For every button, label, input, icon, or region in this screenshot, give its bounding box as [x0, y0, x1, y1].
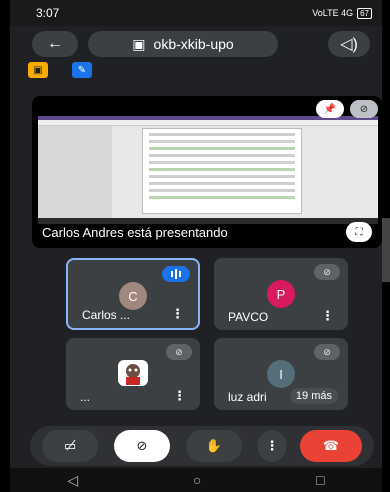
more-options-button[interactable]: ⋮: [258, 430, 286, 462]
more-options-icon[interactable]: ⋮: [171, 306, 184, 322]
hand-icon: ✋: [205, 438, 223, 453]
participant-tile-carlos[interactable]: C Carlos ... ⋮: [66, 258, 200, 330]
camera-toggle-button[interactable]: ▭̸: [42, 430, 98, 462]
arrow-left-icon: ←: [47, 35, 63, 52]
more-participants-badge[interactable]: 19 más: [289, 388, 338, 404]
participant-tile-pavco[interactable]: ⊘ P PAVCO ⋮: [214, 258, 348, 330]
shared-screen: [38, 116, 378, 224]
pen-indicator-icon: ✎: [72, 62, 92, 78]
participant-name: Carlos ...: [82, 308, 131, 322]
speaking-indicator-icon: [162, 266, 190, 282]
mic-off-icon: ⊘: [166, 344, 192, 360]
mic-toggle-button[interactable]: ⊘: [114, 430, 170, 462]
presentation-label: Carlos Andres está presentando: [42, 225, 228, 240]
presentation-tile[interactable]: 📌 ⊘ Carlos Andres está presentando ⛶: [32, 96, 382, 248]
mic-off-icon: ⊘: [314, 344, 340, 360]
mic-off-icon: ⊘: [136, 438, 148, 453]
avatar-image: [118, 360, 148, 386]
mic-off-icon: ⊘: [350, 100, 378, 118]
audio-output-button[interactable]: ◁): [328, 31, 370, 57]
more-icon: ⋮: [265, 438, 279, 453]
participant-tile-overflow[interactable]: ⊘ I luz adri 19 más: [214, 338, 348, 410]
more-options-icon[interactable]: ⋮: [173, 388, 186, 404]
raise-hand-button[interactable]: ✋: [186, 430, 242, 462]
back-button[interactable]: ←: [32, 31, 78, 57]
participant-name: ...: [80, 390, 91, 404]
participant-tile-third[interactable]: ⊘ ... ⋮: [66, 338, 200, 410]
speaker-icon: ◁): [340, 36, 358, 53]
meeting-info-button[interactable]: ▣ okb-xkib-upo: [88, 31, 278, 57]
more-options-icon[interactable]: ⋮: [321, 308, 334, 324]
avatar: C: [119, 282, 147, 310]
call-controls: ▭̸ ⊘ ✋ ⋮ ☎: [30, 426, 374, 466]
nav-home-icon[interactable]: ○: [193, 472, 201, 488]
fullscreen-icon[interactable]: ⛶: [346, 222, 372, 242]
hang-up-button[interactable]: ☎: [300, 430, 362, 462]
mic-off-icon: ⊘: [314, 264, 340, 280]
meeting-code: okb-xkib-upo: [153, 36, 234, 52]
meet-screen: 3:07 VoLTE 4G 67 ← ▣ okb-xkib-upo ◁) ▣ ✎…: [10, 0, 382, 492]
status-time: 3:07: [36, 6, 60, 20]
avatar: I: [267, 360, 295, 388]
phone-hangup-icon: ☎: [322, 438, 340, 453]
participant-name: PAVCO: [228, 310, 269, 324]
nav-back-icon[interactable]: ◁: [67, 472, 78, 489]
signal-indicator: VoLTE 4G: [312, 8, 354, 18]
nav-recents-icon[interactable]: □: [316, 472, 324, 488]
edge-handle: [382, 218, 390, 282]
calendar-icon: ▣: [132, 35, 146, 52]
status-bar: 3:07 VoLTE 4G 67: [10, 0, 382, 26]
camera-off-indicator-icon: ▣: [28, 62, 48, 78]
participant-name: luz adri: [228, 390, 267, 404]
android-nav-bar: ◁ ○ □: [10, 468, 382, 492]
camera-off-icon: ▭̸: [63, 438, 77, 453]
pin-icon[interactable]: 📌: [316, 100, 344, 118]
avatar: P: [267, 280, 295, 308]
battery-indicator: 67: [357, 7, 372, 19]
